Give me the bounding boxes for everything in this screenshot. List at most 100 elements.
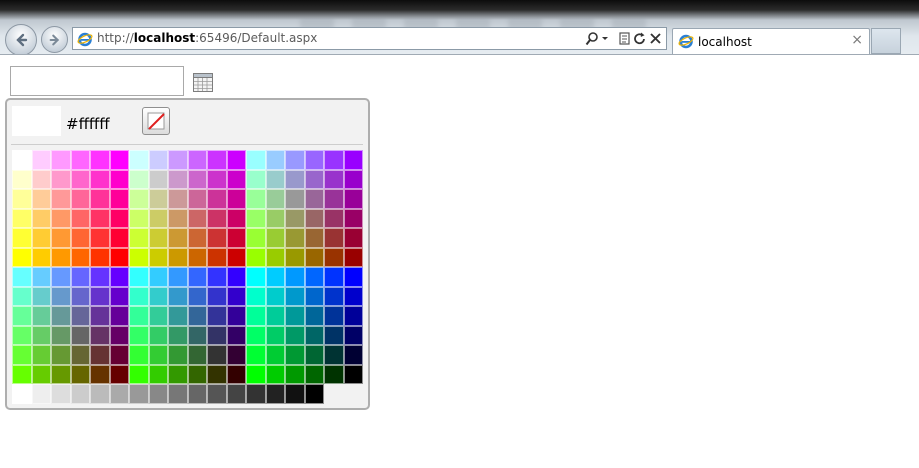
color-swatch[interactable]	[207, 150, 227, 170]
color-swatch[interactable]	[90, 364, 110, 384]
color-swatch[interactable]	[51, 189, 71, 209]
color-swatch[interactable]	[70, 189, 90, 209]
color-swatch[interactable]	[324, 247, 344, 267]
color-swatch[interactable]	[51, 345, 71, 365]
color-swatch[interactable]	[187, 286, 207, 306]
color-swatch[interactable]	[12, 150, 32, 170]
color-swatch[interactable]	[148, 150, 168, 170]
color-swatch[interactable]	[31, 286, 51, 306]
color-swatch[interactable]	[31, 208, 51, 228]
color-swatch[interactable]	[304, 306, 324, 326]
color-swatch[interactable]	[187, 267, 207, 287]
color-swatch[interactable]	[51, 150, 71, 170]
color-swatch[interactable]	[265, 189, 285, 209]
color-swatch[interactable]	[109, 228, 129, 248]
color-swatch[interactable]	[12, 208, 32, 228]
color-swatch[interactable]	[343, 150, 363, 170]
color-swatch[interactable]	[324, 169, 344, 189]
color-swatch[interactable]	[246, 345, 266, 365]
color-swatch[interactable]	[304, 345, 324, 365]
color-swatch[interactable]	[343, 228, 363, 248]
color-swatch[interactable]	[304, 325, 324, 345]
color-swatch[interactable]	[148, 345, 168, 365]
color-swatch[interactable]	[148, 247, 168, 267]
color-swatch[interactable]	[148, 325, 168, 345]
color-swatch[interactable]	[285, 169, 305, 189]
color-swatch[interactable]	[109, 208, 129, 228]
color-swatch[interactable]	[168, 228, 188, 248]
color-swatch[interactable]	[148, 169, 168, 189]
color-swatch[interactable]	[31, 189, 51, 209]
refresh-icon[interactable]	[633, 31, 647, 47]
color-swatch[interactable]	[324, 267, 344, 287]
address-url[interactable]: http://localhost:65496/Default.aspx	[97, 31, 317, 45]
color-swatch[interactable]	[129, 267, 149, 287]
stop-icon[interactable]	[649, 31, 663, 47]
color-swatch[interactable]	[226, 267, 246, 287]
color-swatch[interactable]	[31, 247, 51, 267]
color-swatch[interactable]	[226, 384, 246, 404]
color-swatch[interactable]	[265, 150, 285, 170]
color-swatch[interactable]	[304, 228, 324, 248]
color-swatch[interactable]	[12, 325, 32, 345]
color-swatch[interactable]	[109, 150, 129, 170]
color-swatch[interactable]	[226, 247, 246, 267]
color-swatch[interactable]	[129, 247, 149, 267]
color-swatch[interactable]	[187, 247, 207, 267]
color-swatch[interactable]	[207, 286, 227, 306]
color-swatch[interactable]	[129, 384, 149, 404]
color-swatch[interactable]	[12, 306, 32, 326]
color-swatch[interactable]	[148, 364, 168, 384]
forward-button[interactable]	[41, 26, 68, 53]
color-swatch[interactable]	[187, 345, 207, 365]
color-swatch[interactable]	[285, 364, 305, 384]
color-swatch[interactable]	[90, 189, 110, 209]
color-swatch[interactable]	[109, 247, 129, 267]
color-swatch[interactable]	[12, 364, 32, 384]
color-swatch[interactable]	[246, 325, 266, 345]
color-swatch[interactable]	[90, 169, 110, 189]
color-swatch[interactable]	[246, 364, 266, 384]
color-swatch[interactable]	[90, 325, 110, 345]
color-swatch[interactable]	[304, 286, 324, 306]
color-swatch[interactable]	[70, 267, 90, 287]
color-swatch[interactable]	[246, 189, 266, 209]
color-swatch[interactable]	[285, 267, 305, 287]
compatibility-icon[interactable]	[618, 31, 632, 47]
color-swatch[interactable]	[70, 150, 90, 170]
color-swatch[interactable]	[343, 267, 363, 287]
color-swatch[interactable]	[12, 286, 32, 306]
color-swatch[interactable]	[70, 384, 90, 404]
close-icon[interactable]: ×	[851, 32, 863, 48]
color-swatch[interactable]	[226, 306, 246, 326]
color-swatch[interactable]	[207, 384, 227, 404]
color-swatch[interactable]	[265, 267, 285, 287]
color-swatch[interactable]	[148, 306, 168, 326]
color-swatch[interactable]	[226, 325, 246, 345]
color-swatch[interactable]	[51, 306, 71, 326]
color-swatch[interactable]	[246, 228, 266, 248]
color-swatch[interactable]	[12, 169, 32, 189]
color-swatch[interactable]	[90, 247, 110, 267]
color-swatch[interactable]	[129, 306, 149, 326]
color-swatch[interactable]	[207, 325, 227, 345]
color-swatch[interactable]	[187, 228, 207, 248]
color-swatch[interactable]	[31, 364, 51, 384]
color-swatch[interactable]	[265, 345, 285, 365]
color-swatch[interactable]	[31, 325, 51, 345]
color-swatch[interactable]	[51, 267, 71, 287]
color-swatch[interactable]	[246, 286, 266, 306]
color-swatch[interactable]	[207, 306, 227, 326]
color-swatch[interactable]	[168, 345, 188, 365]
color-swatch[interactable]	[285, 345, 305, 365]
color-swatch[interactable]	[304, 169, 324, 189]
color-swatch[interactable]	[129, 150, 149, 170]
color-swatch[interactable]	[90, 228, 110, 248]
color-swatch[interactable]	[148, 189, 168, 209]
color-swatch[interactable]	[109, 364, 129, 384]
color-swatch[interactable]	[343, 306, 363, 326]
color-swatch[interactable]	[70, 247, 90, 267]
color-swatch[interactable]	[12, 345, 32, 365]
color-swatch[interactable]	[343, 325, 363, 345]
color-swatch[interactable]	[109, 306, 129, 326]
